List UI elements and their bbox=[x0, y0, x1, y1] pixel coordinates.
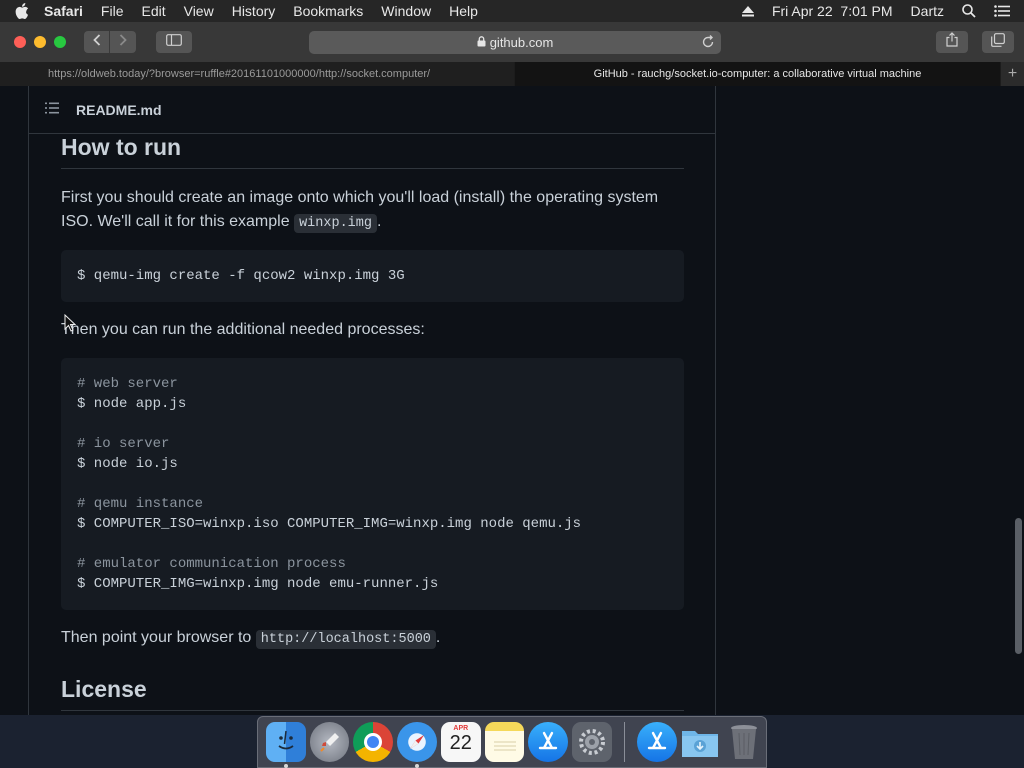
notification-center-icon[interactable] bbox=[994, 5, 1010, 17]
new-tab-button[interactable]: + bbox=[1001, 62, 1024, 86]
dock: APR 22 bbox=[257, 716, 767, 768]
dock-separator bbox=[623, 722, 625, 762]
paragraph-text: Then point your browser to bbox=[61, 629, 256, 646]
paragraph-text: . bbox=[376, 213, 382, 230]
paragraph-text: . bbox=[435, 629, 441, 646]
menu-history[interactable]: History bbox=[232, 3, 276, 19]
code-comment-line: # emulator communication process bbox=[77, 556, 346, 572]
menu-user[interactable]: Dartz bbox=[911, 3, 944, 19]
running-indicator bbox=[415, 764, 420, 768]
code-line: $ COMPUTER_IMG=winxp.img node emu-runner… bbox=[77, 576, 439, 592]
back-button[interactable] bbox=[84, 31, 110, 53]
menu-bookmarks[interactable]: Bookmarks bbox=[293, 3, 363, 19]
code-line: $ node io.js bbox=[77, 456, 178, 472]
page-scrollbar[interactable] bbox=[1012, 86, 1024, 715]
heading-divider bbox=[61, 168, 684, 169]
inline-code: winxp.img bbox=[294, 214, 377, 233]
address-text: github.com bbox=[489, 35, 554, 50]
share-button[interactable] bbox=[936, 31, 968, 53]
tab-bar: https://oldweb.today/?browser=ruffle#201… bbox=[0, 62, 1024, 86]
system-preferences-icon[interactable] bbox=[572, 722, 612, 762]
app-store-folder-icon[interactable] bbox=[636, 722, 677, 762]
code-block-run-processes: # web server $ node app.js # io server $ no… bbox=[61, 358, 684, 610]
chrome-icon[interactable] bbox=[353, 722, 394, 762]
paragraph-create-image: First you should create an image onto wh… bbox=[61, 186, 684, 236]
menu-file[interactable]: File bbox=[101, 3, 124, 19]
calendar-icon[interactable]: APR 22 bbox=[440, 722, 481, 762]
code-comment-line: # io server bbox=[77, 436, 170, 452]
calendar-month-label: APR bbox=[453, 725, 469, 732]
code-line: $ COMPUTER_ISO=winxp.iso COMPUTER_IMG=wi… bbox=[77, 516, 582, 532]
show-all-tabs-button[interactable] bbox=[982, 31, 1014, 53]
menu-view[interactable]: View bbox=[184, 3, 214, 19]
readme-filename[interactable]: README.md bbox=[76, 102, 162, 118]
code-lines: # web server $ node app.js # io server $ no… bbox=[77, 374, 668, 594]
lock-icon bbox=[477, 35, 486, 50]
sidebar-icon bbox=[166, 33, 182, 51]
chevron-left-icon bbox=[92, 33, 101, 51]
close-window-button[interactable] bbox=[14, 36, 26, 48]
apple-menu-icon[interactable] bbox=[0, 3, 44, 19]
menu-help[interactable]: Help bbox=[449, 3, 478, 19]
code-line: $ qemu-img create -f qcow2 winxp.img 3G bbox=[77, 268, 405, 284]
eject-icon[interactable] bbox=[741, 5, 754, 17]
readme-header: README.md bbox=[29, 86, 715, 134]
scrollbar-thumb[interactable] bbox=[1015, 518, 1022, 654]
plus-icon: + bbox=[1007, 65, 1018, 82]
address-bar[interactable]: github.com bbox=[309, 31, 721, 54]
tab-oldweb[interactable]: https://oldweb.today/?browser=ruffle#201… bbox=[0, 62, 515, 86]
minimize-window-button[interactable] bbox=[34, 36, 46, 48]
forward-button[interactable] bbox=[110, 31, 136, 53]
readme-panel: README.md How to run First you should cr… bbox=[28, 86, 716, 715]
inline-code-url: http://localhost:5000 bbox=[255, 630, 436, 649]
code-block-create-image: $ qemu-img create -f qcow2 winxp.img 3G bbox=[61, 250, 684, 302]
launchpad-icon[interactable] bbox=[309, 722, 350, 762]
menu-bar: Safari File Edit View History Bookmarks … bbox=[0, 0, 1024, 22]
license-heading: License bbox=[61, 676, 147, 702]
table-of-contents-icon[interactable] bbox=[45, 101, 61, 119]
code-comment-line: # qemu instance bbox=[77, 496, 204, 512]
how-to-run-heading: How to run bbox=[61, 134, 182, 160]
zoom-window-button[interactable] bbox=[54, 36, 66, 48]
heading-divider bbox=[61, 710, 684, 711]
calendar-day-label: 22 bbox=[449, 732, 472, 754]
notes-icon[interactable] bbox=[484, 722, 525, 762]
running-indicator bbox=[284, 764, 288, 768]
web-content: README.md How to run First you should cr… bbox=[0, 86, 1024, 715]
app-store-icon[interactable] bbox=[528, 722, 569, 762]
paragraph-point-browser: Then point your browser to http://localh… bbox=[61, 626, 684, 652]
safari-icon[interactable] bbox=[397, 722, 437, 768]
menu-edit[interactable]: Edit bbox=[141, 3, 165, 19]
menu-datetime[interactable]: Fri Apr 22 7:01 PM bbox=[772, 3, 893, 19]
browser-toolbar: github.com bbox=[0, 22, 1024, 62]
downloads-folder-icon[interactable] bbox=[681, 722, 721, 762]
finder-icon[interactable] bbox=[266, 722, 306, 768]
chevron-right-icon bbox=[119, 33, 127, 51]
trash-icon[interactable] bbox=[724, 722, 764, 762]
menu-app-name[interactable]: Safari bbox=[44, 3, 83, 19]
menu-window[interactable]: Window bbox=[381, 3, 431, 19]
paragraph-run-processes: Then you can run the additional needed p… bbox=[61, 321, 425, 338]
tabs-overview-icon bbox=[991, 32, 1005, 52]
mouse-cursor-icon bbox=[64, 313, 77, 337]
reload-icon[interactable] bbox=[701, 35, 715, 52]
spotlight-search-icon[interactable] bbox=[962, 4, 976, 18]
window-controls bbox=[14, 36, 74, 48]
code-line: $ node app.js bbox=[77, 396, 187, 412]
share-icon bbox=[946, 32, 958, 52]
tab-github[interactable]: GitHub - rauchg/socket.io-computer: a co… bbox=[515, 62, 1001, 86]
code-comment-line: # web server bbox=[77, 376, 178, 392]
show-sidebar-button[interactable] bbox=[156, 31, 192, 53]
